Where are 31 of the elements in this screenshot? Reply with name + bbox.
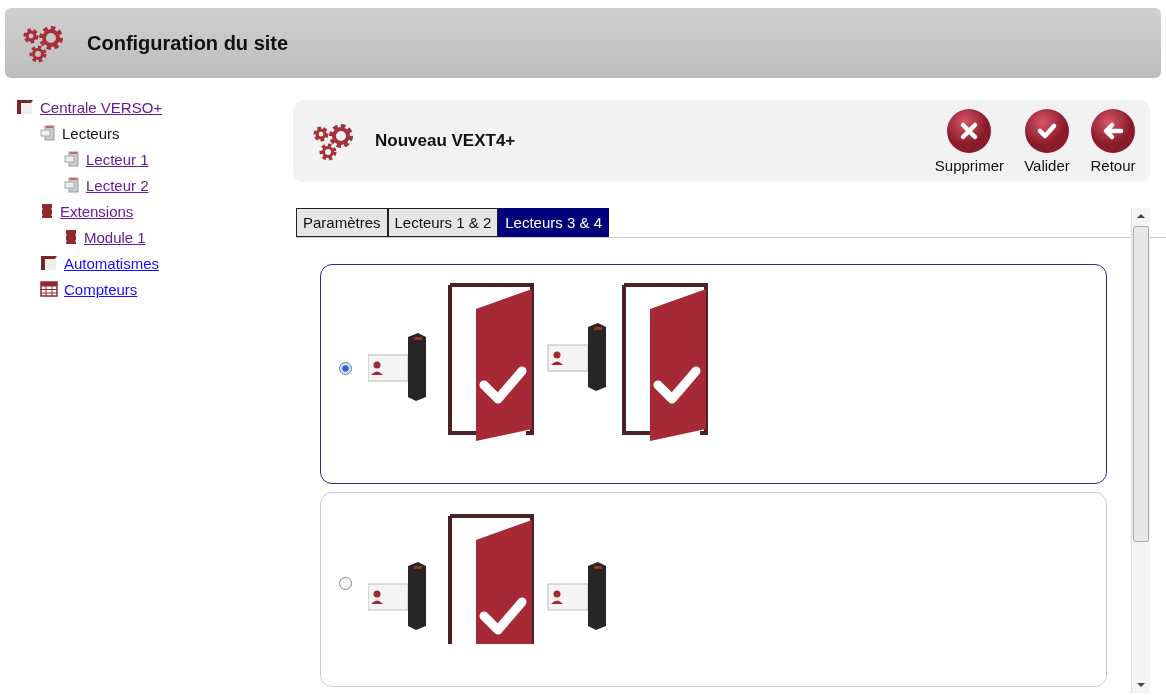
panel-title: Nouveau VEXT4+ — [375, 131, 517, 151]
module-icon — [40, 203, 54, 219]
radio-button[interactable] — [339, 361, 352, 375]
tree-link[interactable]: Extensions — [60, 202, 134, 220]
reader-icon — [64, 151, 80, 167]
scrollbar[interactable] — [1131, 208, 1150, 693]
tab[interactable]: Lecteurs 3 & 4 — [498, 208, 609, 237]
validate-button[interactable]: Valider — [1024, 108, 1070, 174]
delete-button[interactable]: Supprimer — [934, 108, 1004, 174]
back-button[interactable]: Retour — [1090, 108, 1136, 174]
radio-button[interactable] — [339, 577, 352, 590]
table-icon — [40, 281, 58, 297]
reader-icon — [40, 125, 56, 141]
folder-icon — [40, 255, 58, 271]
module-icon — [64, 229, 78, 245]
arrow-left-icon — [1090, 108, 1136, 154]
cross-icon — [946, 108, 993, 154]
tree-link[interactable]: Module 1 — [84, 228, 146, 246]
tree-label[interactable]: Lecteurs — [62, 124, 120, 142]
reader-icon — [64, 177, 80, 193]
tree-link[interactable]: Centrale VERSO+ — [40, 98, 163, 116]
option-card[interactable] — [320, 264, 1107, 484]
tree-link[interactable]: Compteurs — [64, 280, 138, 298]
folder-icon — [16, 99, 34, 115]
tab[interactable]: Lecteurs 1 & 2 — [387, 208, 499, 237]
tree-link[interactable]: Lecteur 2 — [86, 176, 149, 194]
window-title: Configuration du site — [87, 31, 289, 55]
tab[interactable]: Paramètres — [296, 208, 388, 237]
check-icon — [1024, 108, 1070, 154]
tree-link[interactable]: Automatismes — [64, 254, 160, 272]
tree-link[interactable]: Lecteur 1 — [86, 150, 149, 168]
